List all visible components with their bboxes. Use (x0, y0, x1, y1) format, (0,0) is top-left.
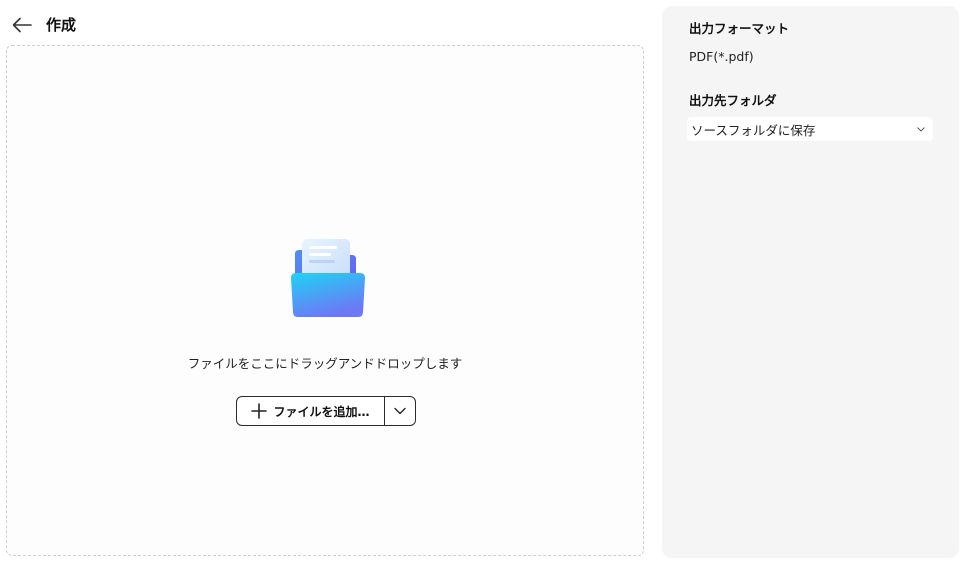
output-format-value: PDF(*.pdf) (689, 49, 754, 64)
arrow-left-icon (12, 17, 32, 33)
chevron-down-icon (394, 407, 406, 415)
add-file-dropdown-button[interactable] (385, 397, 415, 425)
file-drop-zone[interactable]: ファイルをここにドラッグアンドドロップします ファイルを追加… (6, 45, 644, 556)
output-folder-title: 出力先フォルダ (689, 93, 777, 108)
header: 作成 (0, 0, 650, 46)
add-file-split-button: ファイルを追加… (236, 396, 416, 426)
output-format-title: 出力フォーマット (689, 21, 790, 36)
add-file-label: ファイルを追加… (273, 404, 370, 419)
output-folder-select[interactable]: ソースフォルダに保存 (687, 117, 933, 141)
chevron-down-icon (917, 126, 925, 131)
create-page: 作成 ファイルをここにドラッグアンドドロップします ファイルを追加… 出力フォー… (0, 0, 965, 568)
output-folder-selected: ソースフォルダに保存 (691, 122, 816, 138)
page-title: 作成 (46, 16, 77, 34)
back-button[interactable] (8, 12, 36, 38)
drop-hint-text: ファイルをここにドラッグアンドドロップします (187, 356, 463, 371)
folder-documents-icon (291, 239, 365, 317)
settings-panel: 出力フォーマット PDF(*.pdf) 出力先フォルダ ソースフォルダに保存 (662, 6, 959, 558)
plus-icon (251, 403, 268, 419)
add-file-button[interactable]: ファイルを追加… (237, 397, 385, 425)
